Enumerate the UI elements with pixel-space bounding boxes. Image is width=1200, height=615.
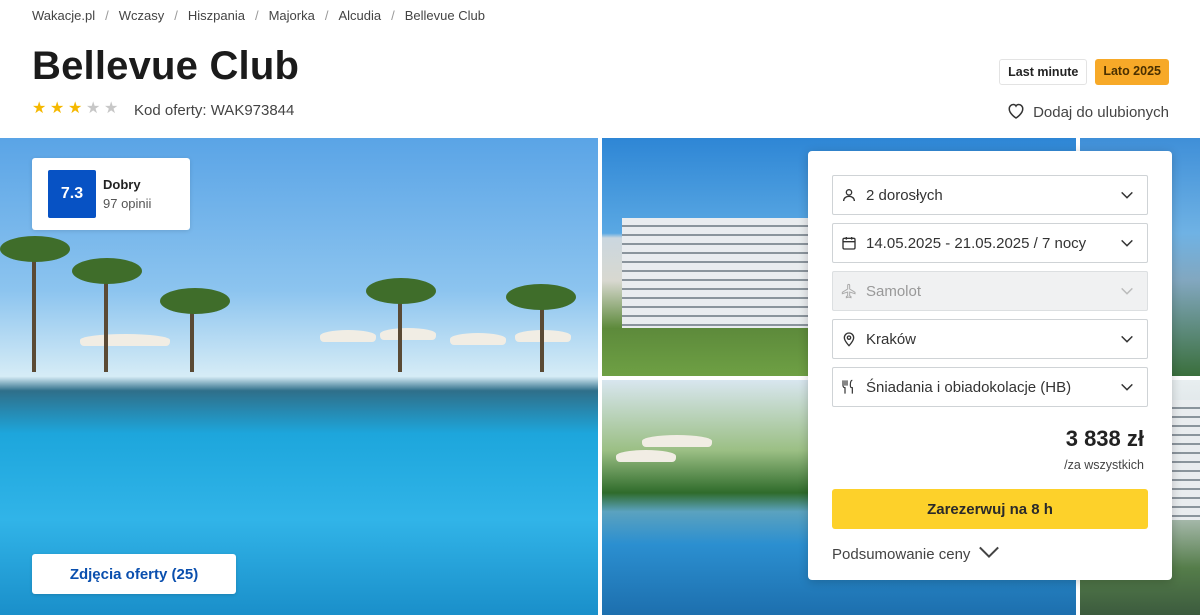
location-pin-icon — [841, 331, 857, 347]
offer-badges: Last minute Lato 2025 — [999, 59, 1169, 85]
transport-select[interactable]: Samolot — [832, 271, 1148, 311]
dates-value: 14.05.2025 - 21.05.2025 / 7 nocy — [866, 234, 1087, 252]
add-to-favorites-button[interactable]: Dodaj do ulubionych — [1007, 102, 1169, 123]
breadcrumb-item[interactable]: Alcudia — [338, 8, 381, 23]
palm-leaves — [72, 258, 142, 284]
cutlery-icon — [841, 379, 857, 395]
umbrella-shape — [642, 435, 712, 447]
board-value: Śniadania i obiadokolacje (HB) — [866, 378, 1072, 396]
rating-label: Dobry — [103, 177, 141, 192]
star-icon: ★ — [104, 100, 119, 117]
offer-code: Kod oferty: WAK973844 — [134, 102, 295, 119]
palm-trunk — [540, 300, 544, 372]
building-shape — [1170, 400, 1200, 520]
umbrella-shape — [616, 450, 676, 462]
departure-value: Kraków — [866, 330, 917, 348]
palm-leaves — [506, 284, 576, 310]
palm-trunk — [398, 294, 402, 372]
palm-trunk — [104, 277, 108, 372]
umbrella-shape — [450, 333, 506, 345]
departure-select[interactable]: Kraków — [832, 319, 1148, 359]
page-title: Bellevue Club — [32, 44, 300, 88]
palm-leaves — [0, 236, 70, 262]
price-summary-toggle[interactable]: Podsumowanie ceny — [832, 545, 1000, 563]
chevron-down-icon — [1119, 283, 1135, 299]
breadcrumb-item[interactable]: Wczasy — [119, 8, 165, 23]
season-badge: Lato 2025 — [1095, 59, 1169, 85]
umbrella-shape — [380, 328, 436, 340]
travelers-select[interactable]: 2 dorosłych — [832, 175, 1148, 215]
price-note: /za wszystkich — [1064, 458, 1144, 472]
star-icon: ★ — [86, 100, 101, 117]
plane-icon — [841, 283, 857, 299]
transport-value: Samolot — [866, 282, 922, 300]
breadcrumb-item[interactable]: Hiszpania — [188, 8, 245, 23]
palm-leaves — [160, 288, 230, 314]
photos-button[interactable]: Zdjęcia oferty (25) — [32, 554, 236, 594]
rating-card[interactable]: 7.3 Dobry 97 opinii — [32, 158, 190, 230]
breadcrumb-item-current[interactable]: Bellevue Club — [405, 8, 485, 23]
breadcrumb-item[interactable]: Majorka — [269, 8, 315, 23]
breadcrumb-separator: / — [174, 8, 178, 23]
add-to-favorites-label: Dodaj do ulubionych — [1033, 104, 1169, 121]
umbrella-shape — [80, 334, 170, 346]
breadcrumb-item[interactable]: Wakacje.pl — [32, 8, 95, 23]
total-price: 3 838 zł — [1065, 426, 1144, 451]
dates-select[interactable]: 14.05.2025 - 21.05.2025 / 7 nocy — [832, 223, 1148, 263]
chevron-down-icon — [1119, 331, 1135, 347]
breadcrumb-separator: / — [391, 8, 395, 23]
breadcrumb: Wakacje.pl / Wczasy / Hiszpania / Majorka / … — [32, 8, 485, 23]
rating-score: 7.3 — [48, 170, 96, 218]
breadcrumb-separator: / — [254, 8, 259, 23]
palm-trunk — [32, 252, 36, 372]
person-icon — [841, 187, 857, 203]
reserve-button[interactable]: Zarezerwuj na 8 h — [832, 489, 1148, 529]
travelers-value: 2 dorosłych — [866, 186, 943, 204]
chevron-down-icon — [1119, 187, 1135, 203]
breadcrumb-separator: / — [324, 8, 329, 23]
last-minute-badge: Last minute — [999, 59, 1088, 85]
board-select[interactable]: Śniadania i obiadokolacje (HB) — [832, 367, 1148, 407]
hotel-stars: ★ ★ ★ ★ ★ — [32, 100, 119, 117]
breadcrumb-separator: / — [105, 8, 109, 23]
star-icon: ★ — [50, 100, 65, 117]
price-summary-label: Podsumowanie ceny — [832, 545, 971, 563]
palm-leaves — [366, 278, 436, 304]
chevron-down-icon — [1119, 235, 1135, 251]
umbrella-shape — [320, 330, 376, 342]
chevron-down-icon — [1119, 379, 1135, 395]
chevron-down-icon — [978, 545, 1000, 563]
heart-icon — [1007, 102, 1025, 123]
star-icon: ★ — [32, 100, 47, 117]
calendar-icon — [841, 235, 857, 251]
building-shape — [622, 218, 812, 328]
booking-panel: 2 dorosłych 14.05.2025 - 21.05.2025 / 7 … — [808, 151, 1172, 580]
rating-count: 97 opinii — [103, 196, 152, 211]
star-icon: ★ — [68, 100, 83, 117]
